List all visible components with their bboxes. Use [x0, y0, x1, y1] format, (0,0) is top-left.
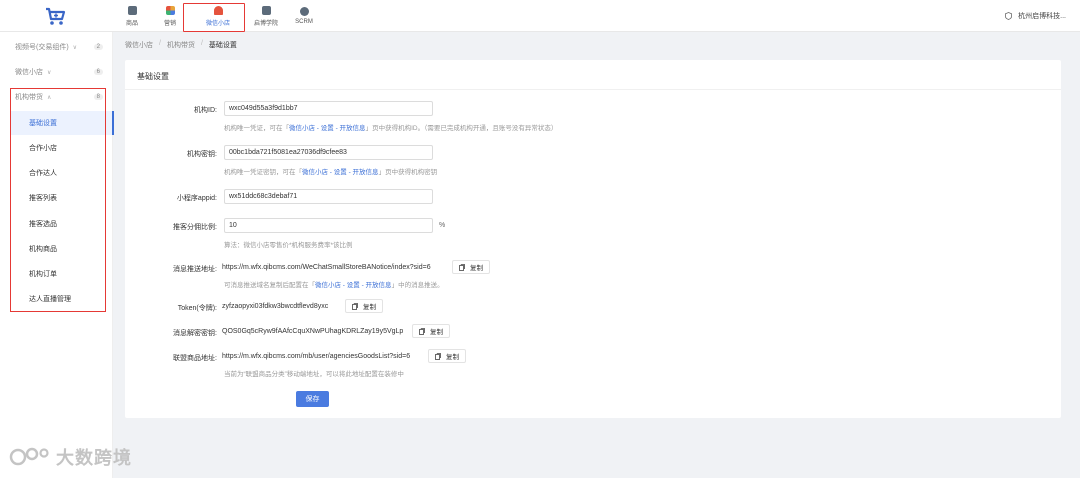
watermark: 大数跨境 [8, 444, 132, 470]
appid-input[interactable]: wx51ddc68c3debaf71 [224, 189, 433, 204]
push-url-label: 消息推送地址: [173, 266, 217, 273]
user-name: 杭州启博科技... [1018, 13, 1066, 20]
save-button[interactable]: 保存 [296, 391, 329, 407]
panel-title: 基础设置 [137, 72, 169, 81]
copy-goods-url-button[interactable]: 复制 [428, 349, 466, 363]
sidebar-group-channels[interactable]: 视频号(交易组件) ∨ 2 [15, 41, 105, 53]
token-value: zyfzaopyxi03fdkw3bwcdtflevd8yxc [222, 303, 329, 310]
appid-label: 小程序appid: [176, 195, 217, 202]
sidebar-group-wechat-store[interactable]: 微信小店 ∨ 6 [15, 66, 105, 78]
copy-icon [435, 352, 441, 360]
shield-icon [1005, 12, 1013, 20]
group-count-badge: 2 [93, 44, 103, 50]
user-account[interactable]: 杭州启博科技... [1005, 11, 1066, 21]
percent-unit: % [439, 222, 446, 229]
breadcrumb: 微信小店 / 机构带货 / 基础设置 [125, 40, 237, 50]
ratio-label: 推客分佣比例: [173, 224, 217, 231]
sidebar: 视频号(交易组件) ∨ 2 微信小店 ∨ 6 机构带货 ∧ 8 基础设置 合作小… [0, 32, 114, 478]
breadcrumb-item[interactable]: 微信小店 [125, 40, 153, 50]
open-info-link[interactable]: 微信小店 - 设置 - 开放信息 [289, 125, 366, 132]
nav-academy[interactable]: 启博学院 [250, 0, 282, 32]
copy-icon [459, 263, 465, 271]
settings-panel: 基础设置 机构ID: wxc049d55a3f9d1bb7 机构唯一凭证，可在「… [125, 60, 1061, 418]
copy-icon [352, 302, 358, 310]
marketing-icon [165, 5, 175, 15]
sidebar-highlight-box [10, 88, 106, 312]
divider [125, 89, 1061, 90]
copy-push-url-button[interactable]: 复制 [452, 260, 490, 274]
cart-logo-icon[interactable] [44, 6, 66, 26]
push-url-hint: 可消息推送域名复制后配置在「微信小店 - 设置 - 开放信息」中的消息推送。 [224, 282, 444, 289]
org-id-label: 机构ID: [194, 107, 217, 114]
copy-icon [419, 327, 425, 335]
push-url-value: https://m.wfx.qibcms.com/WeChatSmallStor… [222, 264, 431, 271]
org-secret-hint: 机构唯一凭证密钥，可在「微信小店 - 设置 - 开放信息」页中获得机构密钥 [224, 169, 438, 176]
breadcrumb-current: 基础设置 [208, 42, 237, 49]
chevron-down-icon: ∨ [72, 44, 78, 51]
org-id-input[interactable]: wxc049d55a3f9d1bb7 [224, 101, 433, 116]
aes-key-label: 消息解密密钥: [173, 330, 217, 337]
org-id-hint: 机构唯一凭证，可在「微信小店 - 设置 - 开放信息」页中获得机构ID。（需要已… [224, 125, 558, 132]
open-info-link[interactable]: 微信小店 - 设置 - 开放信息 [315, 282, 392, 289]
token-label: Token(令牌): [177, 305, 217, 312]
nav-highlight-box [183, 3, 245, 32]
nav-goods[interactable]: 商品 [116, 0, 148, 32]
ratio-input[interactable]: 10 [224, 218, 433, 233]
watermark-logo-icon [9, 447, 49, 466]
group-count-badge: 6 [93, 69, 103, 75]
org-secret-label: 机构密钥: [187, 151, 217, 158]
goods-url-value: https://m.wfx.qibcms.com/mb/user/agencie… [222, 353, 411, 360]
copy-token-button[interactable]: 复制 [345, 299, 383, 313]
org-secret-input[interactable]: 00bc1bda721f5081ea27036df9cfee83 [224, 145, 433, 160]
ratio-hint: 算法：微信小店零售价*机构服务费率*该比例 [224, 242, 353, 249]
top-navigation-bar: 商品 营销 微信小店 启博学院 SCRM 杭州启博科技... [0, 0, 1080, 32]
nav-marketing[interactable]: 营销 [154, 0, 186, 32]
graduation-cap-icon [261, 5, 271, 15]
open-info-link[interactable]: 微信小店 - 设置 - 开放信息 [302, 169, 379, 176]
breadcrumb-item[interactable]: 机构带货 [167, 40, 195, 50]
goods-url-hint: 当前为“联盟商品分类”移动端地址，可以将此地址配置在装修中 [224, 371, 404, 378]
nav-scrm[interactable]: SCRM [288, 0, 320, 32]
pie-chart-icon [299, 7, 309, 16]
goods-icon [127, 5, 137, 15]
chevron-down-icon: ∨ [47, 69, 52, 76]
goods-url-label: 联盟商品地址: [173, 355, 217, 362]
aes-key-value: QOS0Gq5cRyw9fAAfcCquXNwPUhagKDRLZay19y5V… [222, 328, 404, 335]
copy-aes-key-button[interactable]: 复制 [412, 324, 450, 338]
